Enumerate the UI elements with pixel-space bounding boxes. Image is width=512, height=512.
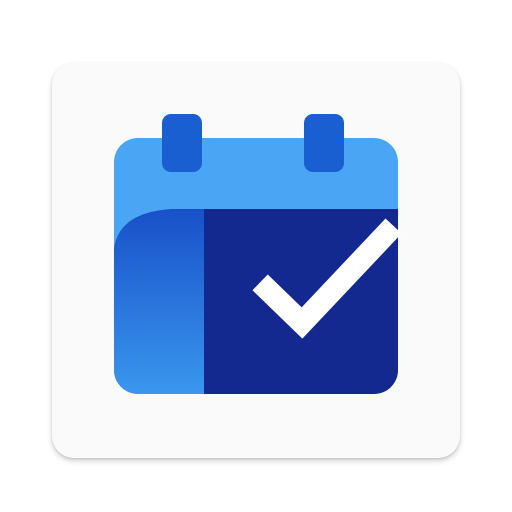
calendar-page-fold	[114, 209, 204, 394]
calendar-ring-right	[304, 114, 344, 172]
app-icon-canvas	[0, 0, 512, 512]
calendar-check-icon	[114, 114, 402, 394]
calendar-ring-left	[162, 114, 202, 172]
